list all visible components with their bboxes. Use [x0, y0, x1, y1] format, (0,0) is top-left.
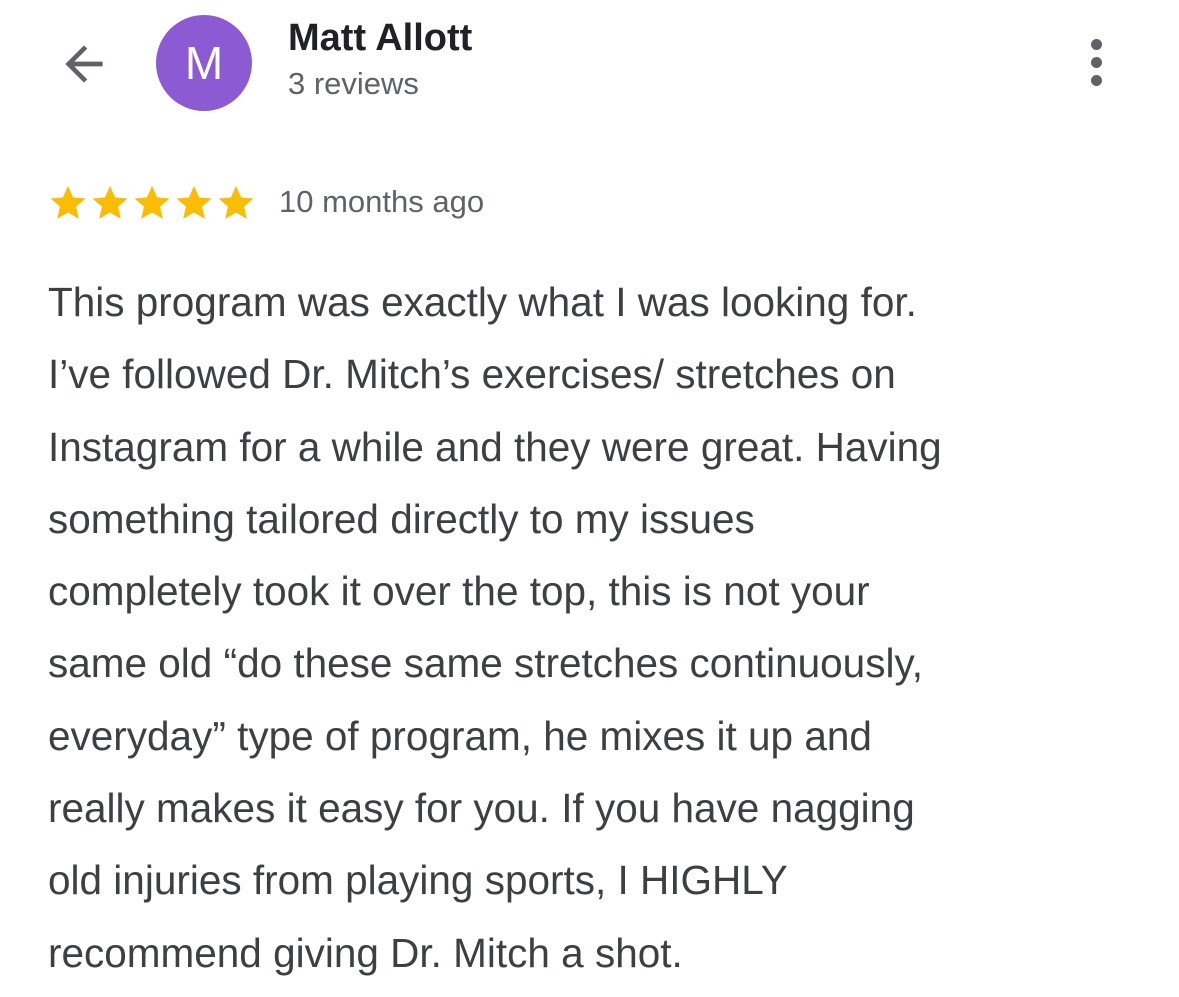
star-icon [218, 185, 254, 219]
star-icon [50, 185, 86, 219]
review-time: 10 months ago [279, 184, 485, 219]
review-text-line: something tailored directly to my issues [48, 495, 755, 542]
avatar[interactable]: M [156, 15, 252, 111]
star-icon [176, 185, 212, 219]
star-rating [47, 182, 257, 224]
review-text-line: old injuries from playing sports, I HIGH… [48, 857, 788, 904]
more-vert-icon [1090, 38, 1102, 50]
star-icon [134, 185, 170, 219]
arrow-left-icon [65, 45, 103, 83]
review-text-line: Instagram for a while and they were grea… [48, 423, 942, 470]
review-text-line: recommend giving Dr. Mitch a shot. [48, 929, 683, 976]
more-options-button[interactable] [1070, 30, 1122, 94]
back-button[interactable] [50, 30, 118, 98]
review-text-line: completely took it over the top, this is… [48, 568, 870, 615]
review-text-line: This program was exactly what I was look… [48, 279, 917, 325]
review-text-line: same old “do these same stretches contin… [48, 640, 923, 687]
reviewer-name[interactable]: Matt Allott [288, 17, 472, 60]
review-text-line: everyday” type of program, he mixes it u… [48, 712, 872, 759]
review-text-line: I’ve followed Dr. Mitch’s exercises/ str… [48, 351, 896, 398]
review-count: 3 reviews [288, 66, 419, 101]
review-text-line: really makes it easy for you. If you hav… [48, 785, 915, 832]
review-text: This program was exactly what I was look… [48, 266, 1143, 989]
star-icon [92, 185, 128, 219]
